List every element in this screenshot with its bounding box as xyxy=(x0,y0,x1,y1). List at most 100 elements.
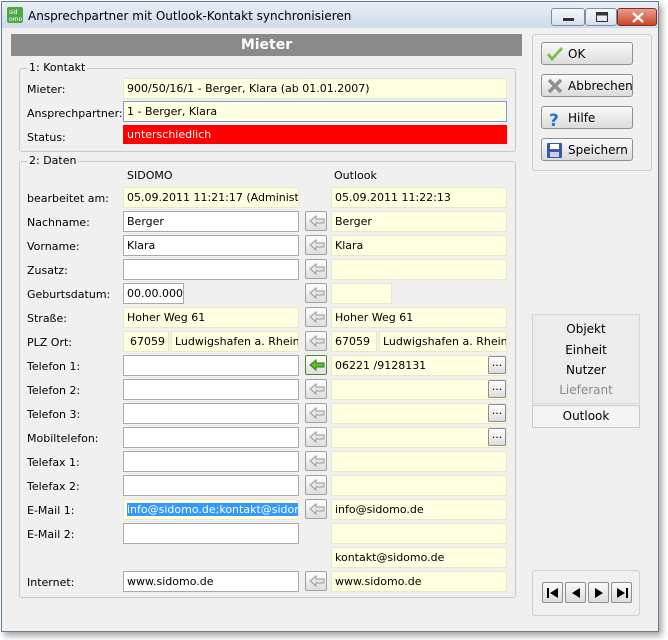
ok-label: OK xyxy=(568,47,586,61)
email1-copy-button[interactable] xyxy=(305,499,327,519)
vorname-outlook-field: Klara xyxy=(331,235,507,256)
plzort-label: PLZ Ort: xyxy=(27,336,72,349)
arrow-left-icon xyxy=(309,287,325,299)
telefon1-sidomo-field[interactable] xyxy=(123,355,299,376)
svg-text:sid: sid xyxy=(9,9,18,16)
telefon3-sidomo-field[interactable] xyxy=(123,403,299,424)
arrow-left-icon xyxy=(309,383,325,395)
arrow-left-icon xyxy=(309,455,325,467)
hilfe-button[interactable]: ? Hilfe xyxy=(541,106,633,129)
close-button[interactable] xyxy=(617,8,657,26)
email1-outlook-field: info@sidomo.de xyxy=(331,499,507,520)
internet-label: Internet: xyxy=(27,576,75,589)
telefon3-more-button[interactable]: ... xyxy=(488,404,506,422)
ansprechpartner-label: Ansprechpartner: xyxy=(27,107,123,120)
zusatz-sidomo-field[interactable] xyxy=(123,259,299,280)
nav-previous-button[interactable] xyxy=(565,582,586,603)
maximize-icon xyxy=(596,12,608,22)
telefon3-copy-button[interactable] xyxy=(305,403,327,423)
arrow-left-icon xyxy=(309,479,325,491)
next-record-icon xyxy=(595,588,603,598)
nachname-sidomo-field[interactable]: Berger xyxy=(123,211,299,232)
telefon2-outlook-field xyxy=(331,379,507,400)
section-header: Mieter xyxy=(11,34,522,56)
internet-sidomo-field[interactable]: www.sidomo.de xyxy=(123,571,299,592)
email2-outlook-extra-field: kontakt@sidomo.de xyxy=(331,547,507,568)
vorname-label: Vorname: xyxy=(27,240,80,253)
nav-last-button[interactable] xyxy=(611,582,632,603)
arrow-left-icon xyxy=(309,575,325,587)
internet-outlook-field: www.sidomo.de xyxy=(331,571,507,592)
nachname-outlook-field: Berger xyxy=(331,211,507,232)
geburtsdatum-copy-button[interactable] xyxy=(305,283,327,303)
mobiltelefon-sidomo-field[interactable] xyxy=(123,427,299,448)
telefon1-more-button[interactable]: ... xyxy=(488,356,506,374)
strasse-sidomo-field[interactable]: Hoher Weg 61 xyxy=(123,307,299,328)
email2-sidomo-field[interactable] xyxy=(123,523,299,544)
telefon3-outlook-field xyxy=(331,403,507,424)
maximize-button[interactable] xyxy=(585,8,617,26)
plz-outlook-field: 67059 xyxy=(331,331,377,352)
arrow-left-icon xyxy=(309,335,325,347)
nav-first-button[interactable] xyxy=(542,582,563,603)
mobiltelefon-more-button[interactable]: ... xyxy=(488,428,506,446)
status-field: unterschiedlich xyxy=(123,125,507,144)
minimize-button[interactable] xyxy=(551,8,585,26)
first-record-icon xyxy=(547,588,558,598)
title-bar[interactable]: sid omo Ansprechpartner mit Outlook-Konta… xyxy=(2,2,658,28)
bearbeitet-label: bearbeitet am: xyxy=(27,192,109,205)
telefon2-sidomo-field[interactable] xyxy=(123,379,299,400)
hilfe-label: Hilfe xyxy=(568,111,596,125)
minimize-icon xyxy=(563,18,574,21)
telefax2-outlook-field xyxy=(331,475,507,496)
mobiltelefon-copy-button[interactable] xyxy=(305,427,327,447)
email1-sidomo-field[interactable]: info@sidomo.de;kontakt@sidomo.de xyxy=(123,499,299,520)
save-icon xyxy=(547,143,562,158)
side-menu-lieferant: Lieferant xyxy=(559,383,613,397)
strasse-copy-button[interactable] xyxy=(305,307,327,327)
arrow-left-icon xyxy=(309,215,325,227)
telefax1-label: Telefax 1: xyxy=(27,456,80,469)
ok-button[interactable]: OK xyxy=(541,42,633,65)
internet-copy-button[interactable] xyxy=(305,571,327,591)
vorname-sidomo-field[interactable]: Klara xyxy=(123,235,299,256)
telefax1-sidomo-field[interactable] xyxy=(123,451,299,472)
side-menu-nutzer[interactable]: Nutzer xyxy=(532,363,640,377)
telefon2-copy-button[interactable] xyxy=(305,379,327,399)
zusatz-outlook-field xyxy=(331,259,507,280)
speichern-label: Speichern xyxy=(568,143,628,157)
sidomo-column-header: SIDOMO xyxy=(127,169,173,182)
ort-outlook-field: Ludwigshafen a. Rhein xyxy=(379,331,507,352)
telefon2-more-button[interactable]: ... xyxy=(488,380,506,398)
telefax1-copy-button[interactable] xyxy=(305,451,327,471)
vorname-copy-button[interactable] xyxy=(305,235,327,255)
side-menu-outlook[interactable]: Outlook xyxy=(532,405,640,428)
telefon3-label: Telefon 3: xyxy=(27,408,81,421)
app-icon: sid omo xyxy=(6,6,24,24)
plz-sidomo-field[interactable]: 67059 xyxy=(123,331,169,352)
telefax2-copy-button[interactable] xyxy=(305,475,327,495)
side-menu-outlook-label: Outlook xyxy=(562,409,610,423)
email1-selected-text: info@sidomo.de;kontakt@sidomo.de xyxy=(127,503,298,516)
speichern-button[interactable]: Speichern xyxy=(541,138,633,161)
zusatz-copy-button[interactable] xyxy=(305,259,327,279)
nachname-label: Nachname: xyxy=(27,216,90,229)
window-title: Ansprechpartner mit Outlook-Kontakt sync… xyxy=(28,9,352,23)
status-label: Status: xyxy=(27,131,66,144)
strasse-outlook-field: Hoher Weg 61 xyxy=(331,307,507,328)
nachname-copy-button[interactable] xyxy=(305,211,327,231)
geburtsdatum-sidomo-field[interactable]: 00.00.0000 xyxy=(123,283,184,304)
nav-next-button[interactable] xyxy=(588,582,609,603)
arrow-left-icon xyxy=(309,407,325,419)
abbrechen-label: Abbrechen xyxy=(568,79,633,93)
ort-sidomo-field[interactable]: Ludwigshafen a. Rhein xyxy=(171,331,299,352)
side-menu-objekt[interactable]: Objekt xyxy=(532,322,640,336)
arrow-left-icon xyxy=(309,503,325,515)
side-menu-einheit[interactable]: Einheit xyxy=(532,343,640,357)
abbrechen-button[interactable]: Abbrechen xyxy=(541,74,633,97)
telefon1-copy-button[interactable] xyxy=(305,355,327,375)
ansprechpartner-field[interactable]: 1 - Berger, Klara xyxy=(123,101,507,122)
daten-legend: 2: Daten xyxy=(27,154,79,167)
telefax2-sidomo-field[interactable] xyxy=(123,475,299,496)
plzort-copy-button[interactable] xyxy=(305,331,327,351)
